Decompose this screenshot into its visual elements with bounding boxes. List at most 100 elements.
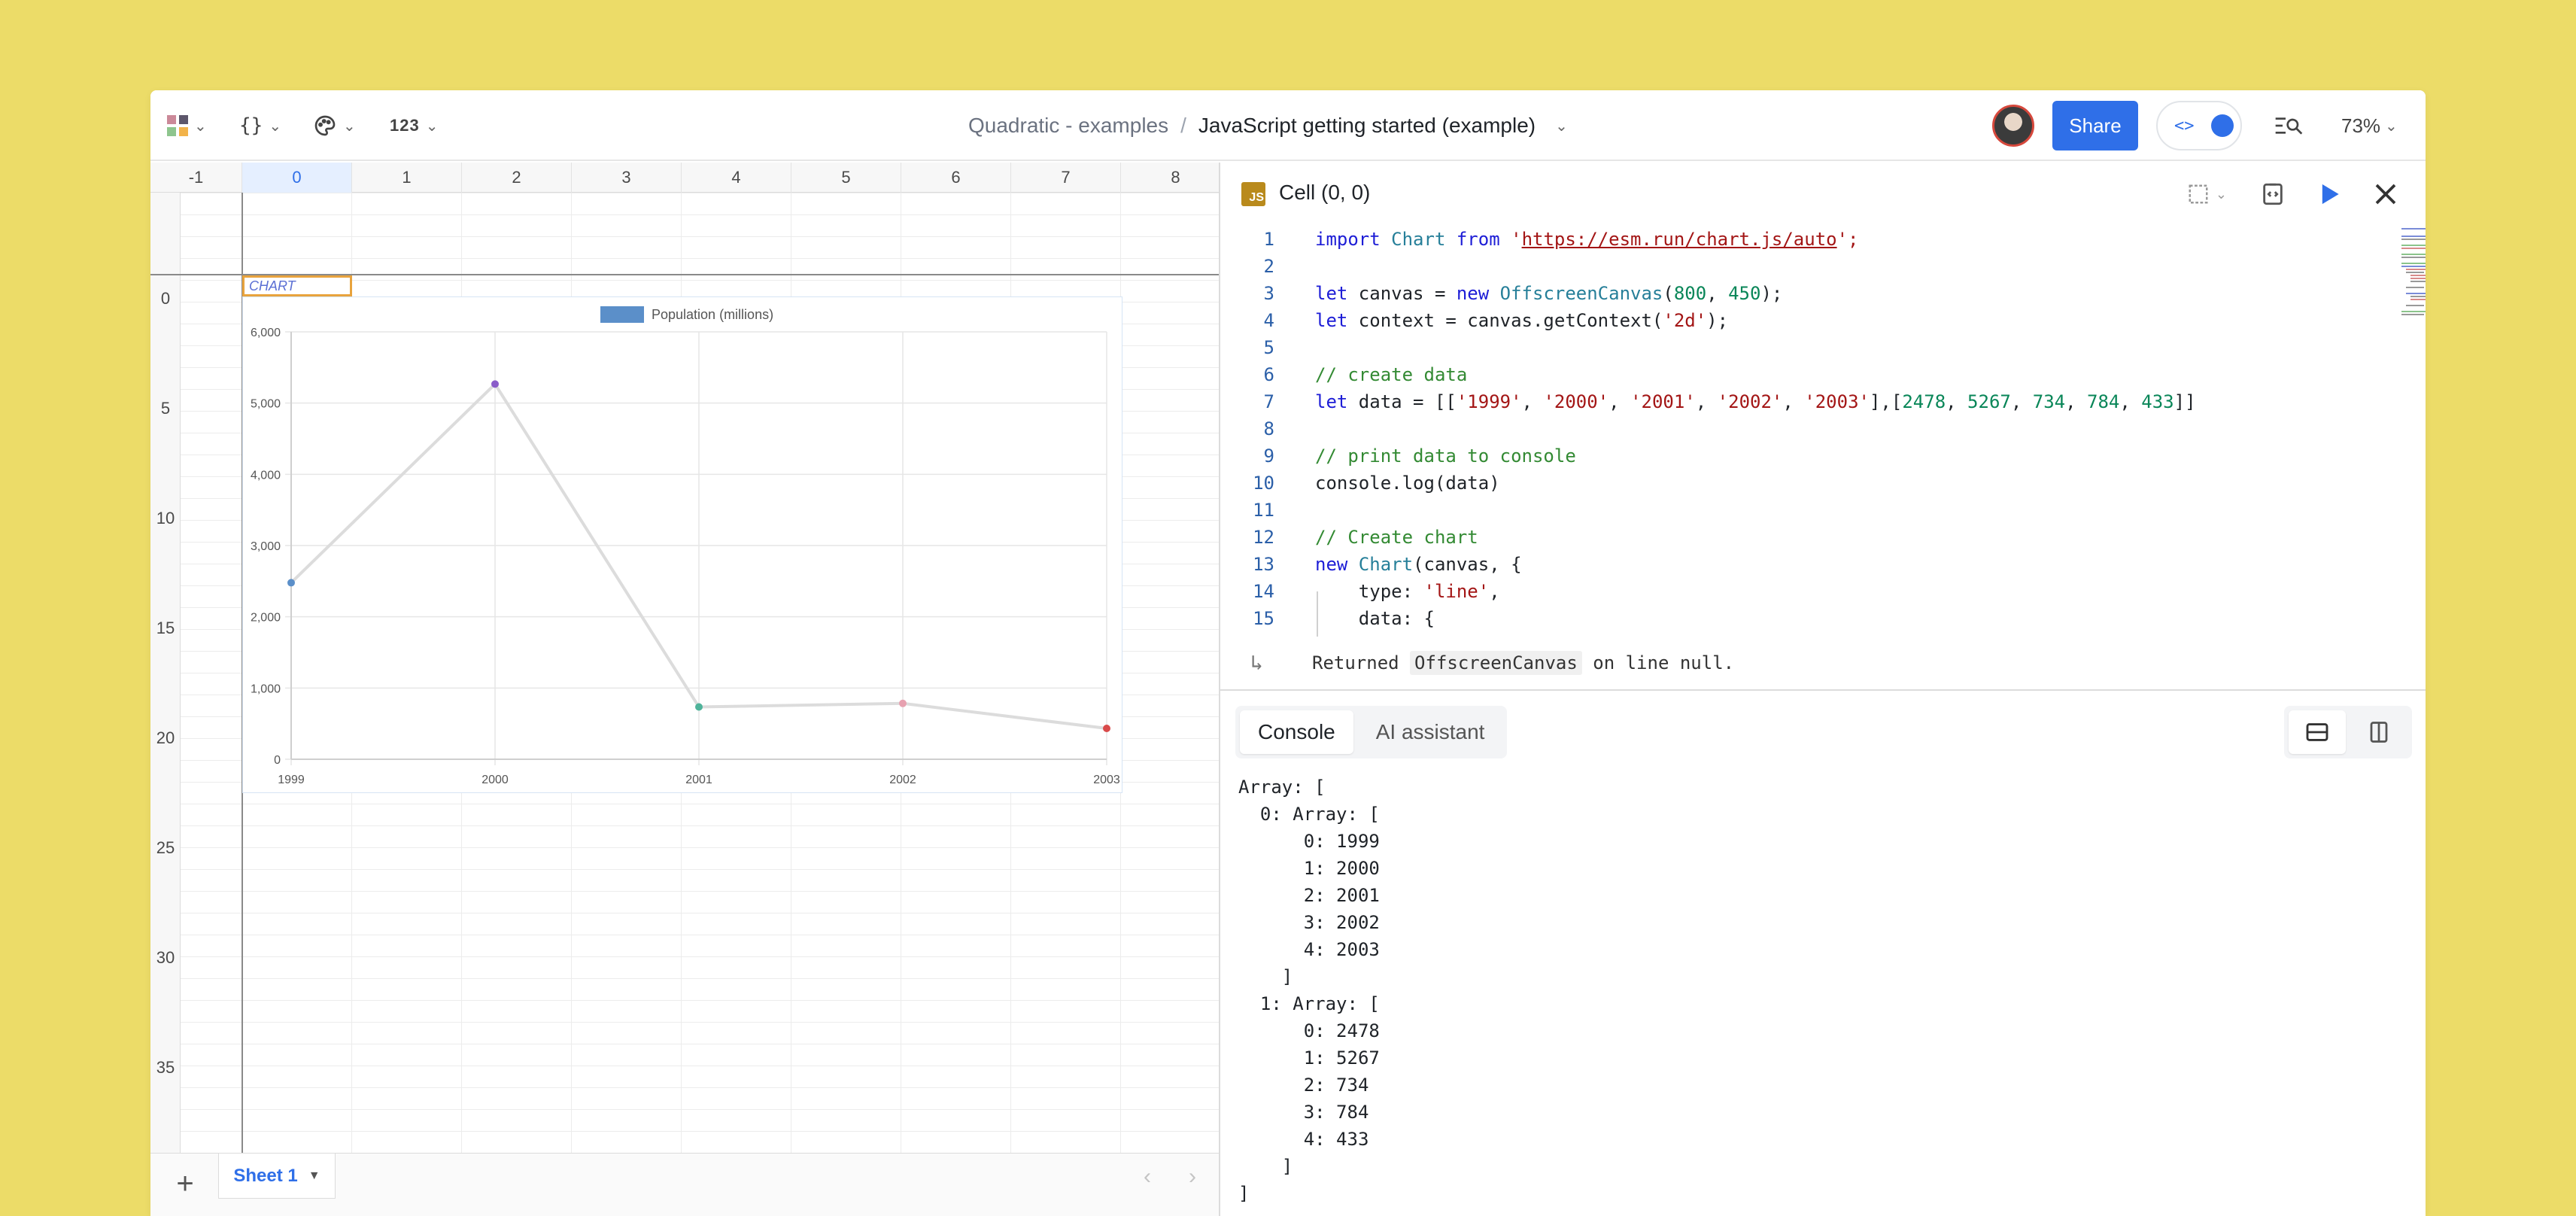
code-line: 1 import Chart from 'https://esm.run/cha…	[1220, 226, 2274, 253]
line-number: 15	[1253, 608, 1274, 629]
add-sheet-button[interactable]: +	[166, 1164, 205, 1203]
code-line: 5	[1220, 334, 2274, 361]
return-info: ↳ Returned OffscreenCanvas on line null.	[1220, 637, 2426, 689]
y-tick-label: 1,000	[251, 682, 281, 695]
chevron-down-icon: ⌄	[269, 117, 282, 135]
spreadsheet-grid[interactable]: -1 0 1 2 3 4 5 6 7 8 0 5 10 15 20 25 30 …	[150, 163, 1219, 1153]
column-header-cell[interactable]: -1	[150, 163, 242, 193]
column-header-cell[interactable]: 7	[1011, 163, 1121, 193]
tab-console[interactable]: Console	[1240, 710, 1353, 754]
zoom-level: 73%	[2341, 114, 2381, 137]
column-header-cell[interactable]: 6	[901, 163, 1011, 193]
search-button[interactable]	[2274, 90, 2304, 161]
code-comment: // Create chart	[1315, 527, 1478, 548]
layout-horizontal-button[interactable]	[2289, 710, 2346, 754]
code-editor[interactable]: 1 import Chart from 'https://esm.run/cha…	[1220, 226, 2426, 637]
code-editor-toggle[interactable]: <>	[2156, 101, 2242, 150]
code-text: import Chart from 'https://esm.run/chart…	[1315, 229, 1859, 250]
y-tick-label: 3,000	[251, 540, 281, 553]
column-header-cell[interactable]: 0	[242, 163, 352, 193]
data-point	[695, 703, 703, 711]
share-button[interactable]: Share	[2052, 101, 2138, 150]
code-line: 11	[1220, 497, 2274, 524]
x-tick-label: 2003	[1093, 774, 1120, 786]
column-header-cell[interactable]: 8	[1121, 163, 1219, 193]
app-window: ⌄ {} ⌄ ⌄ 123 ⌄ Quadratic - examples / Ja…	[150, 90, 2426, 1216]
number-format-label: 123	[390, 116, 420, 135]
cell-reference-title: Cell (0, 0)	[1279, 181, 1371, 204]
zoom-menu[interactable]: 73% ⌄	[2341, 90, 2398, 161]
code-line: 13 new Chart(canvas, {	[1220, 551, 2274, 578]
code-text: console.log(data)	[1315, 473, 1500, 494]
indent-guide	[1317, 591, 1318, 637]
y-tick-label: 2,000	[251, 612, 281, 625]
column-header-cell[interactable]: 2	[462, 163, 572, 193]
column-header[interactable]: -1 0 1 2 3 4 5 6 7 8	[150, 163, 1219, 193]
y-tick-label: 6,000	[251, 327, 281, 339]
quadratic-logo-icon	[167, 115, 188, 136]
main-menu-button[interactable]: ⌄	[167, 90, 207, 161]
caret-down-icon: ▼	[308, 1169, 320, 1182]
data-point	[491, 380, 499, 388]
column-header-cell[interactable]: 5	[791, 163, 901, 193]
row-header-cell[interactable]: 0	[150, 289, 181, 309]
number-format-button[interactable]: 123 ⌄	[390, 90, 438, 161]
row-header-cell[interactable]: 30	[150, 948, 181, 968]
tab-ai-assistant[interactable]: AI assistant	[1358, 710, 1503, 754]
row-header-cell[interactable]: 10	[150, 509, 181, 528]
user-avatar[interactable]	[1992, 105, 2034, 147]
y-tick-label: 5,000	[251, 398, 281, 411]
row-header-cell[interactable]: 15	[150, 619, 181, 638]
code-text: let context = canvas.getContext('2d');	[1315, 310, 1729, 331]
select-range-icon[interactable]: ⌄	[2187, 183, 2227, 205]
code-line: 9 // print data to console	[1220, 442, 2274, 470]
chevron-down-icon: ⌄	[194, 117, 207, 135]
chevron-left-icon[interactable]: ‹	[1144, 1164, 1151, 1190]
code-minimap[interactable]	[2401, 226, 2426, 346]
panel-layout-toggle	[2284, 706, 2412, 758]
row-header-cell[interactable]: 35	[150, 1058, 181, 1078]
sheet-tab-label: Sheet 1	[233, 1165, 298, 1186]
code-line: 2	[1220, 253, 2274, 280]
file-name[interactable]: JavaScript getting started (example)	[1198, 114, 1536, 138]
close-icon[interactable]	[2374, 183, 2397, 205]
code-panel-actions: ⌄	[2187, 175, 2397, 214]
chevron-down-icon: ⌄	[2385, 117, 2398, 135]
line-number: 2	[1263, 256, 1274, 277]
snippets-icon[interactable]	[2260, 181, 2286, 207]
row-header[interactable]: 0 5 10 15 20 25 30 35 40	[150, 193, 181, 1153]
code-icon: <>	[2174, 116, 2195, 135]
column-header-cell[interactable]: 4	[682, 163, 791, 193]
column-header-cell[interactable]: 3	[572, 163, 682, 193]
chart-output[interactable]: 0 1,000 2,000 3,000 4,000 5,000 6,000 1999 2000 2…	[242, 296, 1122, 793]
code-cell-chart-label[interactable]: CHART	[242, 275, 352, 296]
code-line: 4 let context = canvas.getContext('2d');	[1220, 307, 2274, 334]
line-number: 11	[1253, 500, 1274, 521]
javascript-language-icon: JS	[1241, 182, 1265, 206]
code-menu-button[interactable]: {} ⌄	[239, 90, 281, 161]
code-comment: // print data to console	[1315, 445, 1576, 467]
legend-label: Population (millions)	[652, 307, 773, 322]
row-header-cell[interactable]: 20	[150, 728, 181, 748]
row-header-cell[interactable]: 25	[150, 838, 181, 858]
chevron-right-icon[interactable]: ›	[1189, 1164, 1196, 1190]
format-menu-button[interactable]: ⌄	[313, 90, 356, 161]
play-icon[interactable]	[2319, 182, 2341, 206]
line-number: 1	[1263, 229, 1274, 250]
console-panel: Console AI assistant Array: [ 0: Array: …	[1220, 689, 2426, 1216]
breadcrumb-team[interactable]: Quadratic - examples	[968, 114, 1168, 138]
row-header-cell[interactable]: 5	[150, 399, 181, 418]
code-line: 8	[1220, 415, 2274, 442]
code-text: type: 'line',	[1315, 581, 1500, 602]
breadcrumb: Quadratic - examples / JavaScript gettin…	[968, 90, 1568, 161]
y-tick-label: 0	[274, 754, 281, 767]
code-editor-panel: JS Cell (0, 0) ⌄ 1 import Chart from 'ht…	[1219, 163, 2426, 1216]
code-line: 6 // create data	[1220, 361, 2274, 388]
column-header-cell[interactable]: 1	[352, 163, 462, 193]
top-bar: ⌄ {} ⌄ ⌄ 123 ⌄ Quadratic - examples / Ja…	[150, 90, 2426, 161]
sheet-tab[interactable]: Sheet 1 ▼	[218, 1154, 336, 1199]
x-tick-label: 2002	[889, 774, 916, 786]
layout-vertical-button[interactable]	[2350, 710, 2407, 754]
file-menu-chevron-icon[interactable]: ⌄	[1555, 117, 1568, 135]
line-number: 14	[1253, 581, 1274, 602]
